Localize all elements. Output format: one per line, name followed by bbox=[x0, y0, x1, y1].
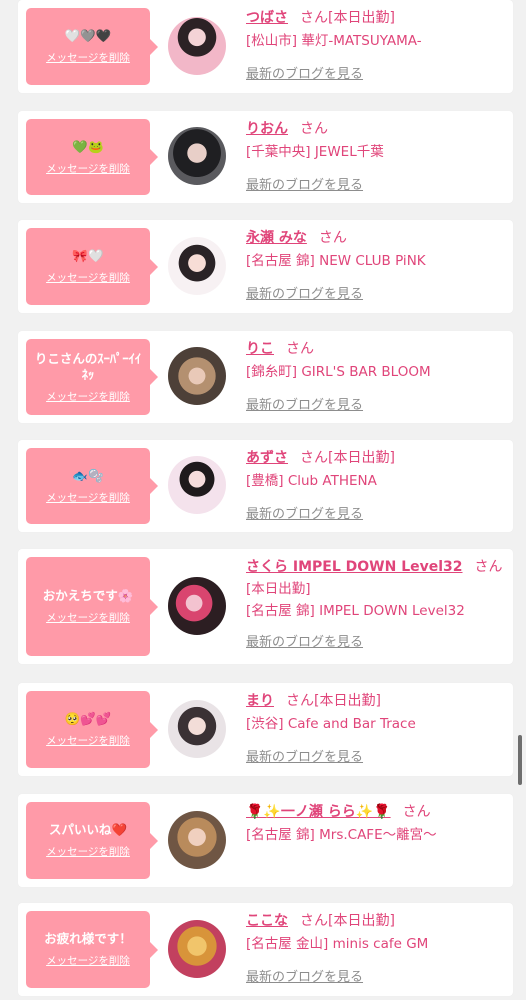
delete-message-link[interactable]: メッセージを削除 bbox=[46, 389, 130, 404]
list-item: おかえちです🌸 メッセージを削除 さくら IMPEL DOWN Level32 さ… bbox=[18, 549, 513, 664]
message-text: 🤍🩶🖤 bbox=[64, 28, 112, 43]
girl-name-link[interactable]: 🌹✨一ノ瀬 らら✨🌹 bbox=[246, 804, 391, 820]
message-bubble: 🥺💕💕 メッセージを削除 bbox=[26, 691, 158, 768]
latest-blog-link[interactable]: 最新のブログを見る bbox=[246, 631, 505, 650]
delete-message-link[interactable]: メッセージを削除 bbox=[46, 490, 130, 505]
avatar[interactable] bbox=[168, 17, 226, 75]
avatar[interactable] bbox=[168, 811, 226, 869]
girl-name-link[interactable]: ここな bbox=[246, 913, 288, 929]
message-text: スパいいね❤️ bbox=[48, 822, 128, 837]
shop-name: [千葉中央] JEWEL千葉 bbox=[246, 144, 384, 160]
work-status: [本日出勤] bbox=[246, 581, 311, 597]
latest-blog-link[interactable]: 最新のブログを見る bbox=[246, 746, 505, 765]
girl-name-link[interactable]: つばさ bbox=[246, 10, 288, 26]
latest-blog-link[interactable]: 最新のブログを見る bbox=[246, 63, 505, 82]
latest-blog-link[interactable]: 最新のブログを見る bbox=[246, 394, 505, 413]
name-suffix: さん bbox=[474, 559, 503, 575]
avatar[interactable] bbox=[168, 237, 226, 295]
latest-blog-link[interactable]: 最新のブログを見る bbox=[246, 283, 505, 302]
list-item: 💚🐸 メッセージを削除 りおん さん [千葉中央] JEWEL千葉 最新のブログを… bbox=[18, 111, 513, 203]
message-list: 🤍🩶🖤 メッセージを削除 つばさ さん[本日出勤] [松山市] 華灯-MATSUY… bbox=[0, 0, 526, 1000]
girl-name-link[interactable]: 永瀬 みな bbox=[246, 230, 307, 246]
delete-message-link[interactable]: メッセージを削除 bbox=[46, 50, 130, 65]
message-text: 💚🐸 bbox=[72, 138, 104, 154]
shop-name: [名古屋 金山] minis cafe GM bbox=[246, 936, 429, 952]
message-bubble: おかえちです🌸 メッセージを削除 bbox=[26, 557, 158, 656]
girl-name-link[interactable]: まり bbox=[246, 693, 274, 709]
girl-name-link[interactable]: さくら IMPEL DOWN Level32 bbox=[246, 559, 463, 575]
delete-message-link[interactable]: メッセージを削除 bbox=[46, 610, 130, 625]
latest-blog-link[interactable]: 最新のブログを見る bbox=[246, 966, 505, 985]
list-item: 🥺💕💕 メッセージを削除 まり さん[本日出勤] [渋谷] Cafe and Ba… bbox=[18, 683, 513, 776]
name-suffix: さん[本日出勤] bbox=[286, 693, 381, 709]
scrollbar-thumb[interactable] bbox=[518, 735, 522, 785]
name-suffix: さん bbox=[300, 121, 328, 137]
list-item: 🎀🤍 メッセージを削除 永瀬 みな さん [名古屋 錦] NEW CLUB PiN… bbox=[18, 220, 513, 313]
latest-blog-link[interactable]: 最新のブログを見る bbox=[246, 503, 505, 522]
message-bubble: お疲れ様です！ メッセージを削除 bbox=[26, 911, 158, 988]
list-item: 🤍🩶🖤 メッセージを削除 つばさ さん[本日出勤] [松山市] 華灯-MATSUY… bbox=[18, 0, 513, 93]
list-item: スパいいね❤️ メッセージを削除 🌹✨一ノ瀬 らら✨🌹 さん [名古屋 錦] Mr… bbox=[18, 794, 513, 887]
shop-name: [名古屋 錦] Mrs.CAFE〜離宮〜 bbox=[246, 827, 437, 843]
name-suffix: さん bbox=[402, 804, 431, 820]
avatar[interactable] bbox=[168, 456, 226, 514]
avatar[interactable] bbox=[168, 577, 226, 635]
shop-name: [名古屋 錦] IMPEL DOWN Level32 bbox=[246, 603, 465, 619]
delete-message-link[interactable]: メッセージを削除 bbox=[46, 733, 130, 748]
delete-message-link[interactable]: メッセージを削除 bbox=[46, 953, 130, 968]
message-bubble: りこさんのｽｰﾊﾟｰｲｲﾈｯ メッセージを削除 bbox=[26, 339, 158, 415]
name-suffix: さん bbox=[318, 230, 347, 246]
delete-message-link[interactable]: メッセージを削除 bbox=[46, 161, 130, 176]
avatar[interactable] bbox=[168, 347, 226, 405]
message-text: おかえちです🌸 bbox=[42, 588, 134, 603]
girl-name-link[interactable]: あずさ bbox=[246, 450, 288, 466]
shop-name: [豊橋] Club ATHENA bbox=[246, 473, 377, 489]
name-suffix: さん[本日出勤] bbox=[300, 450, 395, 466]
latest-blog-link[interactable]: 最新のブログを見る bbox=[246, 174, 505, 193]
message-text: 🎀🤍 bbox=[72, 248, 104, 263]
shop-name: [渋谷] Cafe and Bar Trace bbox=[246, 716, 416, 732]
message-text: お疲れ様です！ bbox=[44, 931, 132, 946]
message-text: 🐟🫧 bbox=[72, 467, 104, 483]
girl-name-link[interactable]: りこ bbox=[246, 341, 274, 357]
delete-message-link[interactable]: メッセージを削除 bbox=[46, 270, 130, 285]
message-text: 🥺💕💕 bbox=[64, 711, 112, 726]
message-bubble: 🤍🩶🖤 メッセージを削除 bbox=[26, 8, 158, 85]
avatar[interactable] bbox=[168, 920, 226, 978]
delete-message-link[interactable]: メッセージを削除 bbox=[46, 844, 130, 859]
girl-name-link[interactable]: りおん bbox=[246, 121, 288, 137]
shop-name: [名古屋 錦] NEW CLUB PiNK bbox=[246, 253, 426, 269]
message-bubble: 🎀🤍 メッセージを削除 bbox=[26, 228, 158, 305]
name-suffix: さん[本日出勤] bbox=[300, 10, 395, 26]
name-suffix: さん bbox=[286, 341, 314, 357]
avatar[interactable] bbox=[168, 127, 226, 185]
message-bubble: スパいいね❤️ メッセージを削除 bbox=[26, 802, 158, 879]
message-bubble: 🐟🫧 メッセージを削除 bbox=[26, 448, 158, 524]
list-item: お疲れ様です！ メッセージを削除 ここな さん[本日出勤] [名古屋 金山] mi… bbox=[18, 903, 513, 996]
list-item: 🐟🫧 メッセージを削除 あずさ さん[本日出勤] [豊橋] Club ATHENA… bbox=[18, 440, 513, 532]
message-text: りこさんのｽｰﾊﾟｰｲｲﾈｯ bbox=[34, 350, 142, 382]
message-bubble: 💚🐸 メッセージを削除 bbox=[26, 119, 158, 195]
shop-name: [錦糸町] GIRL'S BAR BLOOM bbox=[246, 364, 431, 380]
avatar[interactable] bbox=[168, 700, 226, 758]
shop-name: [松山市] 華灯-MATSUYAMA- bbox=[246, 33, 422, 49]
list-item: りこさんのｽｰﾊﾟｰｲｲﾈｯ メッセージを削除 りこ さん [錦糸町] GIRL'… bbox=[18, 331, 513, 423]
name-suffix: さん[本日出勤] bbox=[300, 913, 395, 929]
